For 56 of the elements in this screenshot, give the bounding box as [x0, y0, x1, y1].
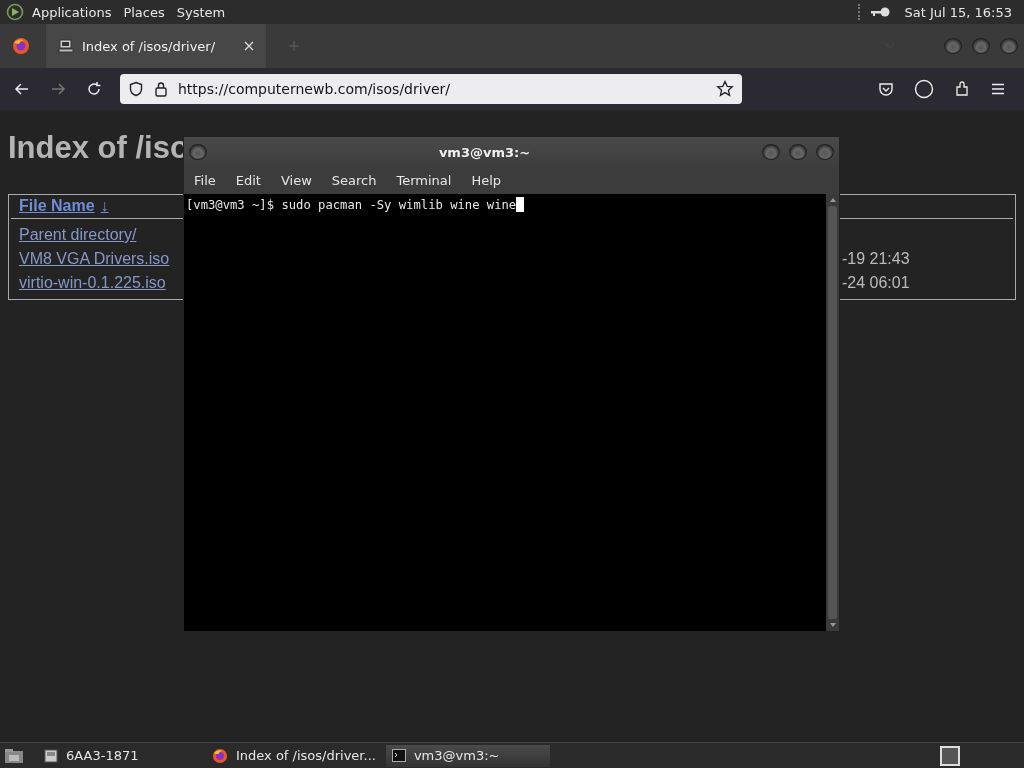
folder-icon[interactable]	[4, 747, 24, 764]
scroll-down-icon[interactable]	[829, 623, 836, 627]
date-text: -24 06:01	[842, 274, 911, 292]
file-link[interactable]: VM8 VGA Drivers.iso	[19, 250, 170, 268]
menu-item[interactable]: View	[280, 173, 312, 188]
star-icon[interactable]	[716, 80, 734, 98]
menu-item[interactable]: Help	[471, 173, 502, 188]
distro-logo-icon[interactable]	[6, 3, 24, 21]
panel-menu[interactable]: Applications	[32, 4, 112, 20]
close-icon[interactable]	[244, 41, 254, 51]
drive-icon	[44, 748, 58, 763]
file-link[interactable]: Parent directory/	[19, 226, 137, 244]
pocket-icon[interactable]	[878, 81, 894, 97]
maximize-button[interactable]	[972, 38, 990, 54]
menu-item[interactable]: Search	[331, 173, 377, 188]
close-button[interactable]	[816, 144, 834, 160]
minimize-button[interactable]	[944, 38, 962, 54]
panel-menu[interactable]: Places	[123, 4, 165, 20]
scroll-up-icon[interactable]	[829, 198, 836, 202]
menu-icon[interactable]	[990, 81, 1006, 97]
back-icon[interactable]	[14, 81, 30, 97]
extensions-icon[interactable]	[954, 81, 970, 97]
terminal-text: [vm3@vm3 ~]$ sudo pacman -Sy wimlib wine wine	[186, 197, 517, 212]
scrollbar-thumb[interactable]	[828, 206, 837, 619]
browser-logo-icon[interactable]	[12, 37, 30, 55]
panel-menu[interactable]: System	[176, 4, 226, 20]
browser-tab[interactable]: Index of /isos/driver/	[46, 24, 266, 68]
lock-icon[interactable]	[154, 81, 168, 97]
forward-icon[interactable]	[50, 81, 66, 97]
clock[interactable]: Sat Jul 15, 16:53	[904, 4, 1012, 20]
menu-item[interactable]: File	[194, 173, 216, 188]
address-bar[interactable]: https://computernewb.com/isos/driver/	[120, 74, 742, 104]
file-link[interactable]: virtio-win-0.1.225.iso	[19, 274, 166, 292]
taskbar-button[interactable]: vm3@vm3:~	[385, 744, 550, 767]
menu-item[interactable]: Edit	[235, 173, 261, 188]
panel-grip	[858, 4, 863, 20]
taskbar-button[interactable]: 6AA3-1871	[38, 744, 202, 767]
sort-arrow[interactable]: ↓	[100, 197, 109, 215]
minimize-button[interactable]	[762, 144, 780, 160]
maximize-button[interactable]	[789, 144, 807, 160]
computer-icon	[58, 38, 74, 54]
key-icon[interactable]	[870, 6, 891, 18]
account-icon[interactable]	[914, 79, 934, 99]
terminal-icon	[391, 749, 406, 762]
date-text: -19 21:43	[842, 250, 911, 268]
workspace-icon[interactable]	[940, 745, 960, 766]
shield-icon[interactable]	[128, 81, 144, 97]
close-button[interactable]	[1000, 38, 1018, 54]
reload-icon[interactable]	[86, 81, 102, 97]
column-header-link[interactable]: File Name	[19, 197, 95, 215]
taskbar-button[interactable]: Index of /isos/driver...	[206, 744, 382, 767]
window-title: vm3@vm3:~	[437, 144, 532, 160]
url-text: https://computernewb.com/isos/driver/	[178, 81, 450, 97]
menu-button[interactable]	[189, 144, 207, 160]
browser-logo-icon	[212, 747, 228, 764]
menu-item[interactable]: Terminal	[396, 173, 452, 188]
